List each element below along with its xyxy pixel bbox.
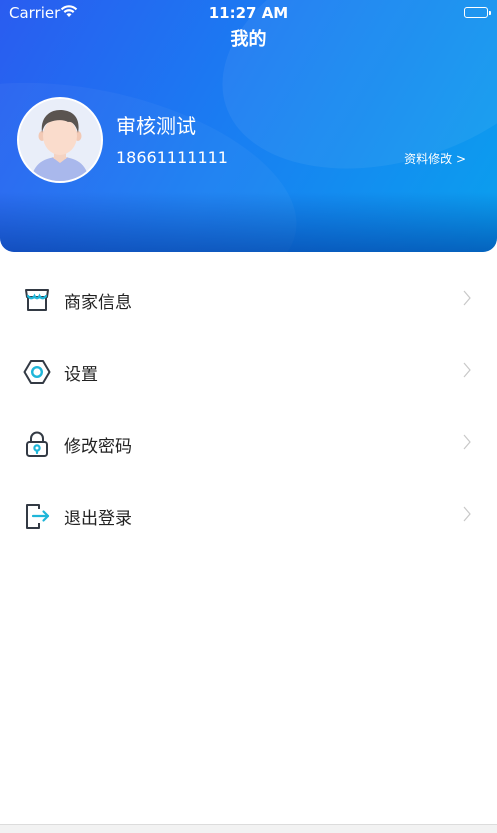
edit-profile-link[interactable]: 资料修改 > bbox=[404, 150, 466, 167]
user-phone: 18661111111 bbox=[116, 148, 228, 167]
status-bar: Carrier 11:27 AM bbox=[0, 0, 497, 26]
menu-item-label: 设置 bbox=[64, 365, 98, 385]
menu-item-settings[interactable]: 设置 bbox=[0, 336, 497, 408]
profile-header: Carrier 11:27 AM 我的 审核测试 18661111111 资料修… bbox=[0, 0, 497, 252]
page-title: 我的 bbox=[230, 29, 267, 50]
menu-item-label: 退出登录 bbox=[64, 509, 132, 529]
menu-item-change-password[interactable]: 修改密码 bbox=[0, 408, 497, 480]
logout-icon bbox=[23, 502, 51, 530]
lock-icon bbox=[23, 430, 51, 458]
chevron-right-icon bbox=[463, 290, 471, 306]
menu-item-merchant-info[interactable]: 商家信息 bbox=[0, 264, 497, 336]
avatar[interactable] bbox=[17, 97, 103, 183]
user-name: 审核测试 bbox=[116, 114, 196, 138]
header-shade bbox=[0, 192, 497, 252]
chevron-right-icon bbox=[463, 434, 471, 450]
chevron-right-icon bbox=[463, 362, 471, 378]
menu-list: 商家信息 设置 修改密码 退出登录 bbox=[0, 264, 497, 552]
menu-item-label: 商家信息 bbox=[64, 293, 132, 313]
battery-icon bbox=[464, 7, 491, 18]
settings-hexagon-icon bbox=[23, 358, 51, 386]
menu-item-label: 修改密码 bbox=[64, 437, 132, 457]
store-icon bbox=[23, 286, 51, 314]
chevron-right-icon bbox=[463, 506, 471, 522]
status-time: 11:27 AM bbox=[208, 4, 289, 22]
bottom-divider bbox=[0, 824, 497, 833]
menu-item-logout[interactable]: 退出登录 bbox=[0, 480, 497, 552]
